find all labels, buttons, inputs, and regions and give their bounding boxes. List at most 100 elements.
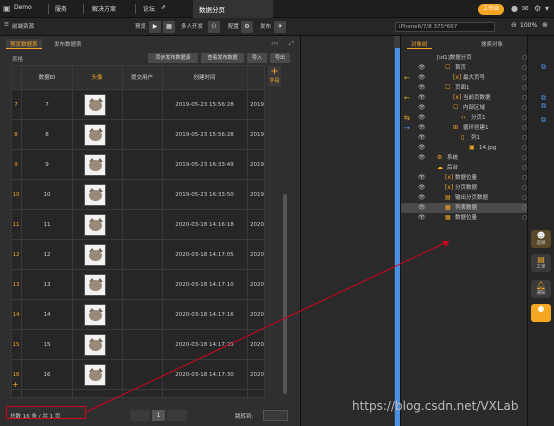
external-link-icon[interactable]: ⇗ xyxy=(161,4,166,11)
table-row[interactable]: 7 7 2019-05-23 15:56:28 2019 xyxy=(12,90,264,120)
cell-time[interactable]: 2019-05-23 15:56:28 xyxy=(162,90,247,120)
cell-id[interactable]: 16 xyxy=(22,360,72,390)
avatar-image[interactable] xyxy=(84,154,106,176)
cell-id[interactable]: 7 xyxy=(22,90,72,120)
avatar-image[interactable] xyxy=(84,244,106,266)
avatar-image[interactable] xyxy=(84,364,106,386)
avatar[interactable]: ● xyxy=(511,4,518,14)
tab-object-tree[interactable]: 对象树 xyxy=(407,39,432,49)
visibility-icon[interactable]: 👁︎ xyxy=(418,143,426,153)
avatar-image[interactable] xyxy=(84,334,106,356)
visibility-icon[interactable]: 👁︎ xyxy=(418,123,426,133)
tree-item[interactable]: ☁ 后台 ○ xyxy=(401,163,528,173)
visibility-icon[interactable]: 👁︎ xyxy=(418,203,426,213)
table-row[interactable]: 12 12 2020-03-18 14:17:05 2020 xyxy=(12,240,264,270)
select-button[interactable]: ☻ 选择 xyxy=(531,230,551,248)
cell-truncated[interactable]: 2019 xyxy=(248,150,264,180)
resource-icon[interactable]: ☰ xyxy=(4,22,9,28)
cell-id[interactable]: 10 xyxy=(22,180,72,210)
message-icon[interactable]: ✉ xyxy=(522,4,529,14)
tree-item[interactable]: [id1]数据分页 ○ xyxy=(401,53,528,63)
col-submit-user[interactable]: 提交用户 xyxy=(122,66,162,90)
config-button[interactable]: ⚙ xyxy=(241,21,253,33)
zoom-in-icon[interactable]: ⊕ xyxy=(542,21,548,29)
cell-user[interactable] xyxy=(122,360,162,390)
tab-current-page[interactable]: 数据分页 xyxy=(193,0,273,18)
grid-button[interactable]: ▦ xyxy=(163,21,175,33)
cell-truncated[interactable]: 2019 xyxy=(248,90,264,120)
visibility-icon[interactable]: 👁︎ xyxy=(418,83,426,93)
dropdown-icon[interactable]: ▾ xyxy=(545,4,549,14)
tree-item[interactable]: 👁︎ ▦ 列表数据 ○ xyxy=(401,203,528,213)
cell-user[interactable] xyxy=(122,90,162,120)
tree-item[interactable]: ← 👁︎ [x] 最大页号 ○ xyxy=(401,73,528,83)
cell-truncated[interactable]: 2020 xyxy=(248,330,264,360)
cell-time[interactable]: 2020-03-18 14:17:05 xyxy=(162,240,247,270)
collapse-icon[interactable]: ‹‹‹ xyxy=(271,40,278,47)
cell-id[interactable]: 8 xyxy=(22,120,72,150)
sync-button[interactable]: 同步发布数据源 xyxy=(148,53,198,63)
notify-button[interactable]: 🔔︎ 通知 xyxy=(531,280,551,298)
jump-input[interactable] xyxy=(263,410,288,421)
cell-id[interactable]: 13 xyxy=(22,270,72,300)
ticket-button[interactable]: ▤ 工单 xyxy=(531,254,551,272)
visibility-icon[interactable]: 👁︎ xyxy=(418,153,426,163)
table-row[interactable]: 15 15 2020-03-18 14:17:23 2020 xyxy=(12,330,264,360)
tab-search-object[interactable]: 搜索对象 xyxy=(477,39,507,49)
menu-service[interactable]: 服务 xyxy=(55,4,67,13)
menu-demo[interactable]: Demo xyxy=(14,4,32,11)
next-page-button[interactable] xyxy=(167,410,187,421)
device-select[interactable]: iPhone6/7/8 375*667 xyxy=(395,22,495,32)
table-row[interactable]: 11 11 2020-03-18 14:16:18 2020 xyxy=(12,210,264,240)
cell-time[interactable]: 2020-03-18 14:17:23 xyxy=(162,330,247,360)
tree-item[interactable]: 👁︎ ▦ 数据位量 ○ xyxy=(401,213,528,223)
link-icon[interactable]: ⧉ xyxy=(541,94,551,102)
menu-solutions[interactable]: 解决方案 xyxy=(92,4,116,13)
cell-time[interactable]: 2019-05-23 16:33:49 xyxy=(162,150,247,180)
avatar-image[interactable] xyxy=(84,184,106,206)
table-row[interactable]: 9 9 2019-05-23 16:33:49 2019 xyxy=(12,150,264,180)
zoom-out-icon[interactable]: ⊖ xyxy=(511,21,517,29)
page-number-button[interactable]: 1 xyxy=(152,410,165,421)
col-data-id[interactable]: 数据ID xyxy=(22,66,72,90)
add-column-button[interactable]: + 字段 xyxy=(268,66,281,86)
cell-truncated[interactable]: 2020 xyxy=(248,240,264,270)
tab-publish-data[interactable]: 发布数据表 xyxy=(50,39,86,49)
visibility-icon[interactable]: 👁︎ xyxy=(418,213,426,223)
visibility-icon[interactable]: 👁︎ xyxy=(418,63,426,73)
cell-truncated[interactable]: 2020 xyxy=(248,270,264,300)
settings-icon[interactable]: ⚙ xyxy=(534,4,541,14)
cell-time[interactable]: 2019-05-23 15:56:28 xyxy=(162,120,247,150)
cell-id[interactable]: 15 xyxy=(22,330,72,360)
avatar-image[interactable] xyxy=(84,304,106,326)
publish-button[interactable]: ✈ xyxy=(274,21,286,33)
cell-time[interactable]: 2020-03-18 14:17:10 xyxy=(162,270,247,300)
link-icon[interactable]: ⧉ xyxy=(541,116,551,124)
prev-page-button[interactable] xyxy=(130,410,150,421)
tree-item[interactable]: 👁︎ ⚙ 系统 ○ xyxy=(401,153,528,163)
table-row[interactable]: 14 14 2020-03-18 14:17:16 2020 xyxy=(12,300,264,330)
col-create-time[interactable]: 创建时间 xyxy=(162,66,247,90)
cell-truncated[interactable]: 2020 xyxy=(248,210,264,240)
scrollbar[interactable] xyxy=(283,194,287,394)
tree-item[interactable]: → 👁︎ ⊞ 循环创建1 ○ xyxy=(401,123,528,133)
user-button[interactable]: ⚇ xyxy=(208,21,220,33)
avatar-image[interactable] xyxy=(84,214,106,236)
breadcrumb[interactable]: 前端资源 xyxy=(12,22,34,30)
tree-item[interactable]: 👁︎ ☐ 内部区域 ○ xyxy=(401,103,528,113)
tree-item[interactable]: 👁︎ [x] 分页数据 ○ xyxy=(401,183,528,193)
table-row[interactable]: 10 10 2019-05-23 16:33:50 2019 xyxy=(12,180,264,210)
cell-user[interactable] xyxy=(122,210,162,240)
table-row[interactable]: 16 16 2020-03-18 14:17:30 2020 xyxy=(12,360,264,390)
cell-id[interactable]: 12 xyxy=(22,240,72,270)
cell-time[interactable]: 2019-05-23 16:33:50 xyxy=(162,180,247,210)
visibility-icon[interactable]: 👁︎ xyxy=(418,93,426,103)
col-avatar[interactable]: 头像 xyxy=(72,66,122,90)
visibility-icon[interactable]: 👁︎ xyxy=(418,113,426,123)
avatar-image[interactable] xyxy=(84,274,106,296)
expand-icon[interactable]: ⤢ xyxy=(289,40,294,48)
tree-item[interactable]: ← 👁︎ [x] 当前页数据 ○ xyxy=(401,93,528,103)
design-canvas[interactable] xyxy=(300,36,400,426)
visibility-icon[interactable]: 👁︎ xyxy=(418,173,426,183)
cell-id[interactable]: 9 xyxy=(22,150,72,180)
